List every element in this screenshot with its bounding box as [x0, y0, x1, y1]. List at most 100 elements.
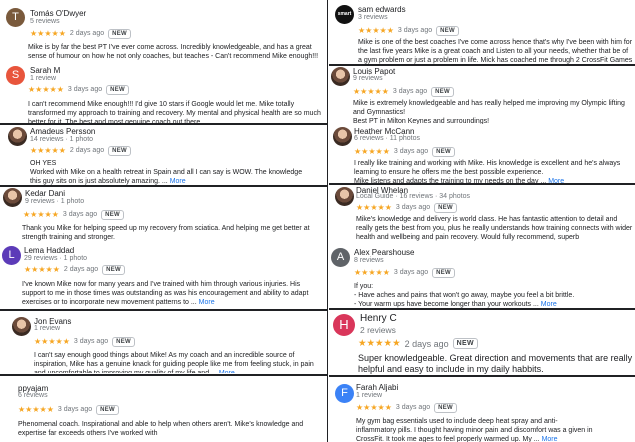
new-badge: NEW	[112, 336, 136, 347]
review-date: 3 days ago	[393, 269, 429, 276]
reviewer-name[interactable]: Farah Aljabi	[356, 383, 398, 392]
avatar[interactable]: F	[335, 384, 354, 403]
new-badge: NEW	[108, 145, 132, 156]
reviewer-name[interactable]: Tomás O'Dwyer	[30, 9, 86, 18]
review-text: I can't say enough good things about Mik…	[34, 351, 324, 373]
star-rating: ★★★★★	[23, 210, 59, 219]
star-rating: ★★★★★	[354, 268, 390, 277]
reviewer-meta: Local Guide · 16 reviews · 34 photos	[356, 193, 471, 200]
new-badge: NEW	[434, 202, 458, 213]
reviewer-meta: 9 reviews	[353, 75, 383, 82]
star-rating: ★★★★★	[28, 85, 64, 94]
rating-row: ★★★★★ 2 days ago NEW	[30, 145, 132, 156]
star-rating: ★★★★★	[353, 87, 389, 96]
avatar[interactable]	[8, 127, 27, 146]
review-text: Mike is by far the best PT I've ever com…	[28, 44, 319, 61]
avatar[interactable]	[335, 187, 354, 206]
reviewer-meta: 6 reviews	[18, 392, 48, 399]
review-card: H Henry C 2 reviews ★★★★★ 2 days ago NEW…	[329, 310, 635, 374]
new-badge: NEW	[436, 25, 460, 36]
review-card: Kedar Dani 9 reviews · 1 photo ★★★★★ 3 d…	[0, 187, 327, 242]
more-link[interactable]: More	[219, 370, 235, 373]
review-date: 3 days ago	[57, 406, 93, 413]
reviewer-name[interactable]: Henry C	[360, 313, 397, 324]
review-date: 3 days ago	[393, 148, 429, 155]
review-text: Mike's knowledge and delivery is world c…	[356, 216, 633, 242]
avatar[interactable]: A	[331, 248, 350, 267]
review-text: If you: - Have aches and pains that won'…	[354, 283, 575, 308]
review-card: ppyajam 6 reviews ★★★★★ 3 days ago NEW P…	[0, 376, 327, 442]
avatar[interactable]: smart	[335, 5, 354, 24]
reviewer-meta: 29 reviews · 1 photo	[24, 255, 88, 262]
avatar[interactable]	[331, 67, 350, 86]
reviewer-meta: 5 reviews	[30, 18, 60, 25]
new-badge: NEW	[432, 267, 456, 278]
reviewer-name[interactable]: Lema Haddad	[24, 246, 74, 255]
rating-row: ★★★★★ 3 days ago NEW	[353, 86, 455, 97]
reviewer-name[interactable]: Amadeus Persson	[30, 127, 95, 136]
new-badge: NEW	[431, 86, 455, 97]
reviewer-meta: 3 reviews	[358, 14, 388, 21]
reviewer-name[interactable]: Kedar Dani	[25, 189, 65, 198]
review-text: My gym bag essentials used to include de…	[356, 418, 593, 442]
new-badge: NEW	[108, 28, 132, 39]
more-link[interactable]: More	[541, 301, 557, 308]
review-card: Amadeus Persson 14 reviews · 1 photo ★★★…	[0, 125, 327, 185]
reviewer-name[interactable]: sam edwards	[358, 5, 406, 14]
avatar[interactable]: L	[2, 246, 21, 265]
review-card: T Tomás O'Dwyer 5 reviews ★★★★★ 2 days a…	[0, 0, 327, 65]
avatar[interactable]: H	[333, 314, 355, 336]
more-link[interactable]: More	[170, 178, 186, 185]
review-card: Daniel Whelan Local Guide · 16 reviews ·…	[329, 185, 635, 243]
new-badge: NEW	[106, 84, 130, 95]
avatar[interactable]: S	[6, 66, 25, 85]
rating-row: ★★★★★ 3 days ago NEW	[28, 84, 130, 95]
review-card: smart sam edwards 3 reviews ★★★★★ 3 days…	[329, 0, 635, 64]
star-rating: ★★★★★	[34, 337, 70, 346]
review-date: 3 days ago	[62, 211, 98, 218]
star-rating: ★★★★★	[356, 203, 392, 212]
reviewer-name[interactable]: Alex Pearshouse	[354, 248, 414, 257]
new-badge: NEW	[452, 338, 478, 349]
right-review-column: smart sam edwards 3 reviews ★★★★★ 3 days…	[329, 0, 635, 442]
review-date: 3 days ago	[392, 88, 428, 95]
rating-row: ★★★★★ 3 days ago NEW	[354, 146, 456, 157]
review-date: 3 days ago	[395, 204, 431, 211]
reviewer-meta: 1 review	[356, 392, 383, 399]
more-link[interactable]: More	[542, 436, 558, 442]
avatar[interactable]: T	[6, 8, 25, 27]
review-text: Super knowledgeable. Great direction and…	[358, 353, 633, 374]
new-badge: NEW	[96, 404, 120, 415]
star-rating: ★★★★★	[356, 403, 392, 412]
review-text: I've known Mike now for many years and I…	[22, 281, 309, 307]
review-text: I really like training and working with …	[354, 159, 633, 183]
reviewer-meta: 9 reviews · 1 photo	[25, 198, 85, 205]
review-date: 2 days ago	[69, 30, 105, 37]
review-text: I can't recommend Mike enough!!! I'd giv…	[28, 101, 321, 123]
rating-row: ★★★★★ 3 days ago NEW	[34, 336, 136, 347]
more-link[interactable]: More	[199, 299, 215, 306]
star-rating: ★★★★★	[358, 338, 401, 349]
reviewer-meta: 14 reviews · 1 photo	[30, 136, 94, 143]
new-badge: NEW	[102, 264, 126, 275]
review-card: Louis Papot 9 reviews ★★★★★ 3 days ago N…	[329, 66, 635, 124]
review-date: 2 days ago	[69, 147, 105, 154]
reviewer-meta: 1 review	[30, 75, 57, 82]
avatar[interactable]	[333, 127, 352, 146]
star-rating: ★★★★★	[30, 29, 66, 38]
review-text: OH YES Worked with Mike on a health retr…	[30, 160, 303, 185]
star-rating: ★★★★★	[24, 265, 60, 274]
review-card: F Farah Aljabi 1 review ★★★★★ 3 days ago…	[329, 377, 635, 442]
review-card: L Lema Haddad 29 reviews · 1 photo ★★★★★…	[0, 243, 327, 309]
reviewer-meta: 1 review	[34, 325, 61, 332]
review-text: Thank you Mike for helping speed up my r…	[22, 225, 310, 242]
reviewer-name[interactable]: Sarah M	[30, 66, 60, 75]
review-date: 3 days ago	[67, 86, 103, 93]
star-rating: ★★★★★	[18, 405, 54, 414]
review-date: 3 days ago	[397, 27, 433, 34]
avatar[interactable]	[3, 188, 22, 207]
reviewer-meta: 8 reviews	[354, 257, 384, 264]
avatar[interactable]	[12, 317, 31, 336]
left-review-column: T Tomás O'Dwyer 5 reviews ★★★★★ 2 days a…	[0, 0, 328, 442]
rating-row: ★★★★★ 2 days ago NEW	[358, 337, 478, 350]
